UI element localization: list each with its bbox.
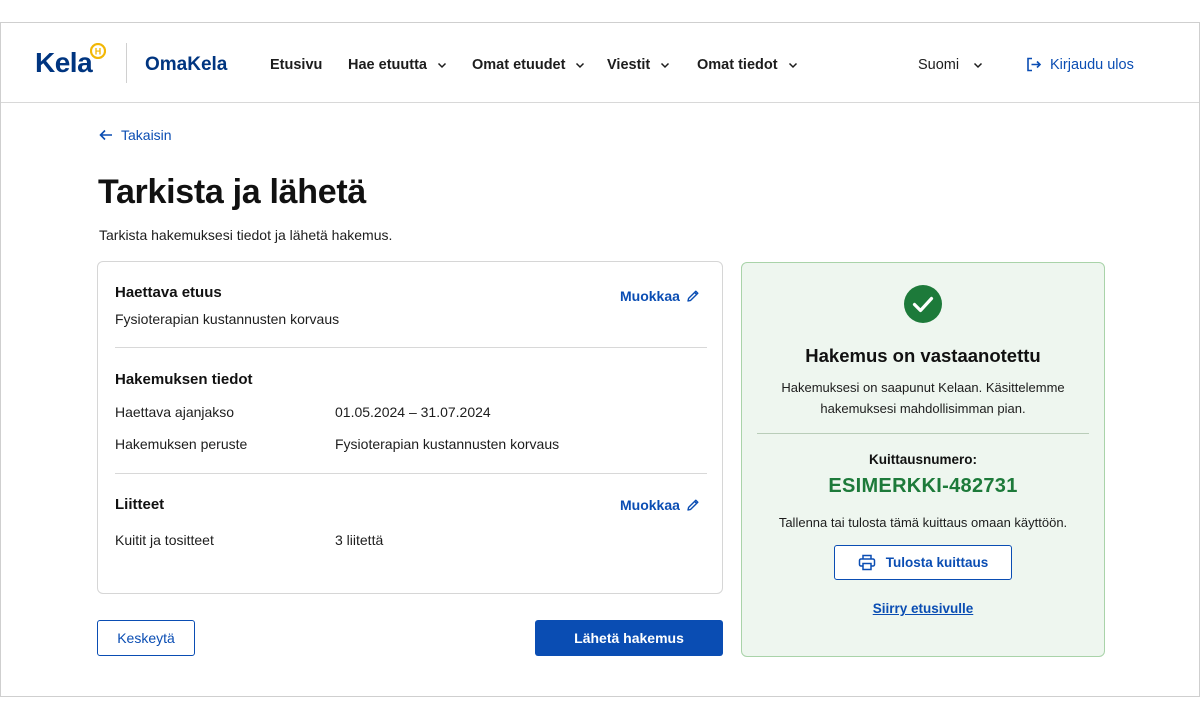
printer-icon [858,554,875,571]
edit-label: Muokkaa [620,288,680,304]
reference-note: Tallenna tai tulosta tämä kuittaus omaan… [778,515,1068,530]
panel-divider [757,433,1089,434]
page-title: Tarkista ja lähetä [98,173,366,211]
confirmation-body-line: hakemuksesi mahdollisimman pian. [820,401,1026,416]
logout-label: Kirjaudu ulos [1050,56,1134,73]
print-receipt-button[interactable]: Tulosta kuittaus [834,545,1012,580]
submit-button[interactable]: Lähetä hakemus [535,620,723,656]
attachments-label: Kuitit ja tositteet [115,532,214,548]
reference-number: ESIMERKKI-482731 [828,475,1018,497]
language-label: Suomi [918,57,960,73]
app-window: Kela H OmaKela Etusivu Hae etuutta Omat … [0,22,1200,697]
attachments-heading: Liitteet [115,496,165,513]
details-heading: Hakemuksen tiedot [115,371,253,388]
nav-label: Omat etuudet [472,57,566,73]
print-label: Tulosta kuittaus [885,555,989,570]
confirmation-body-line: Hakemuksesi on saapunut Kelaan. Käsittel… [781,380,1065,395]
language-select[interactable]: Suomi [918,57,983,73]
nav-item-hae-etuutta[interactable]: Hae etuutta [348,57,447,73]
confirmation-title: Hakemus on vastaanotettu [805,345,1041,366]
section-divider [115,347,707,348]
edit-label: Muokkaa [620,497,680,513]
app-name: OmaKela [145,54,228,75]
nav-label: Etusivu [270,57,323,73]
nav-item-etusivu[interactable]: Etusivu [270,57,322,73]
back-label: Takaisin [121,127,172,143]
details-label: Hakemuksen peruste [115,436,248,452]
pencil-icon [687,290,699,302]
chevron-down-icon [974,62,983,69]
benefit-heading: Haettava etuus [115,284,222,301]
logout-icon [1027,57,1042,72]
nav-label: Viestit [607,57,651,73]
logout-link[interactable]: Kirjaudu ulos [1025,56,1134,73]
reference-label: Kuittausnumero: [869,452,977,467]
attachments-value: 3 liitettä [335,532,384,548]
home-link[interactable]: Siirry etusivulle [742,601,1104,616]
nav-item-viestit[interactable]: Viestit [607,57,670,73]
svg-text:H: H [95,47,102,57]
header-divider [126,43,127,83]
chevron-down-icon [576,62,585,69]
summary-card: Haettava etuus Fysioterapian kustannuste… [97,261,723,594]
details-label: Haettava ajanjakso [115,404,235,420]
cancel-button[interactable]: Keskeytä [97,620,195,656]
nav-label: Hae etuutta [348,57,427,73]
edit-attachments-link[interactable]: Muokkaa [620,497,700,513]
chevron-down-icon [661,62,670,69]
nav-item-omat-etuudet[interactable]: Omat etuudet [472,57,585,73]
section-divider [115,473,707,474]
page-subtitle: Tarkista hakemuksesi tiedot ja lähetä ha… [99,227,393,243]
benefit-value: Fysioterapian kustannusten korvaus [115,311,340,327]
nav-label: Omat tiedot [697,57,778,73]
confirmation-body: Hakemuksesi on saapunut Kelaan. Käsittel… [772,377,1074,419]
details-value: Fysioterapian kustannusten korvaus [335,436,560,452]
back-link[interactable]: Takaisin [99,127,172,143]
edit-benefit-link[interactable]: Muokkaa [620,288,700,304]
logo-text: Kela [35,47,93,78]
nav-item-omat-tiedot[interactable]: Omat tiedot [697,57,798,73]
pencil-icon [687,499,699,511]
chevron-down-icon [788,62,797,69]
arrow-left-icon [99,129,112,141]
top-header: Kela H OmaKela Etusivu Hae etuutta Omat … [1,23,1199,103]
chevron-down-icon [437,62,446,69]
confirmation-panel: Hakemus on vastaanotettu Hakemuksesi on … [741,262,1105,657]
logo-badge-icon: H [90,43,106,59]
check-circle-icon [904,285,942,323]
details-value: 01.05.2024 – 31.07.2024 [335,404,491,420]
